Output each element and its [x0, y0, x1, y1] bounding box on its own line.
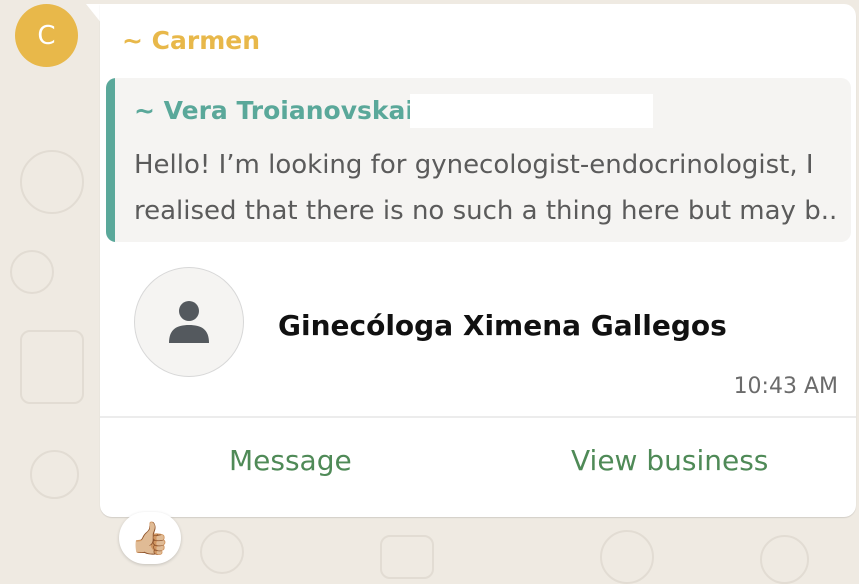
quoted-text-line: realised that there is no such a thing h… — [134, 196, 839, 226]
quote-accent-bar — [106, 78, 115, 242]
contact-name[interactable]: Ginecóloga Ximena Gallegos — [278, 309, 727, 342]
redacted-area — [410, 94, 653, 128]
actions-divider — [100, 416, 856, 418]
sender-avatar-initial: C — [37, 20, 56, 51]
quoted-text-line: Hello! I’m looking for gynecologist-endo… — [134, 150, 814, 180]
quoted-text: Hello! I’m looking for gynecologist-endo… — [134, 142, 839, 234]
message-bubble: ~ Carmen ~ Vera Troianovskaia Hello! I’m… — [100, 4, 856, 517]
thumbs-up-icon: 👍🏼 — [130, 519, 170, 557]
contact-avatar[interactable] — [134, 267, 244, 377]
message-button[interactable]: Message — [229, 444, 352, 477]
person-icon — [169, 301, 209, 343]
sender-avatar[interactable]: C — [15, 4, 78, 67]
quoted-message[interactable]: ~ Vera Troianovskaia Hello! I’m looking … — [106, 78, 851, 242]
reaction-badge[interactable]: 👍🏼 — [119, 512, 181, 564]
message-timestamp: 10:43 AM — [733, 374, 838, 399]
quoted-author: ~ Vera Troianovskaia — [134, 96, 431, 125]
sender-name[interactable]: ~ Carmen — [122, 26, 260, 55]
view-business-button[interactable]: View business — [571, 444, 768, 477]
